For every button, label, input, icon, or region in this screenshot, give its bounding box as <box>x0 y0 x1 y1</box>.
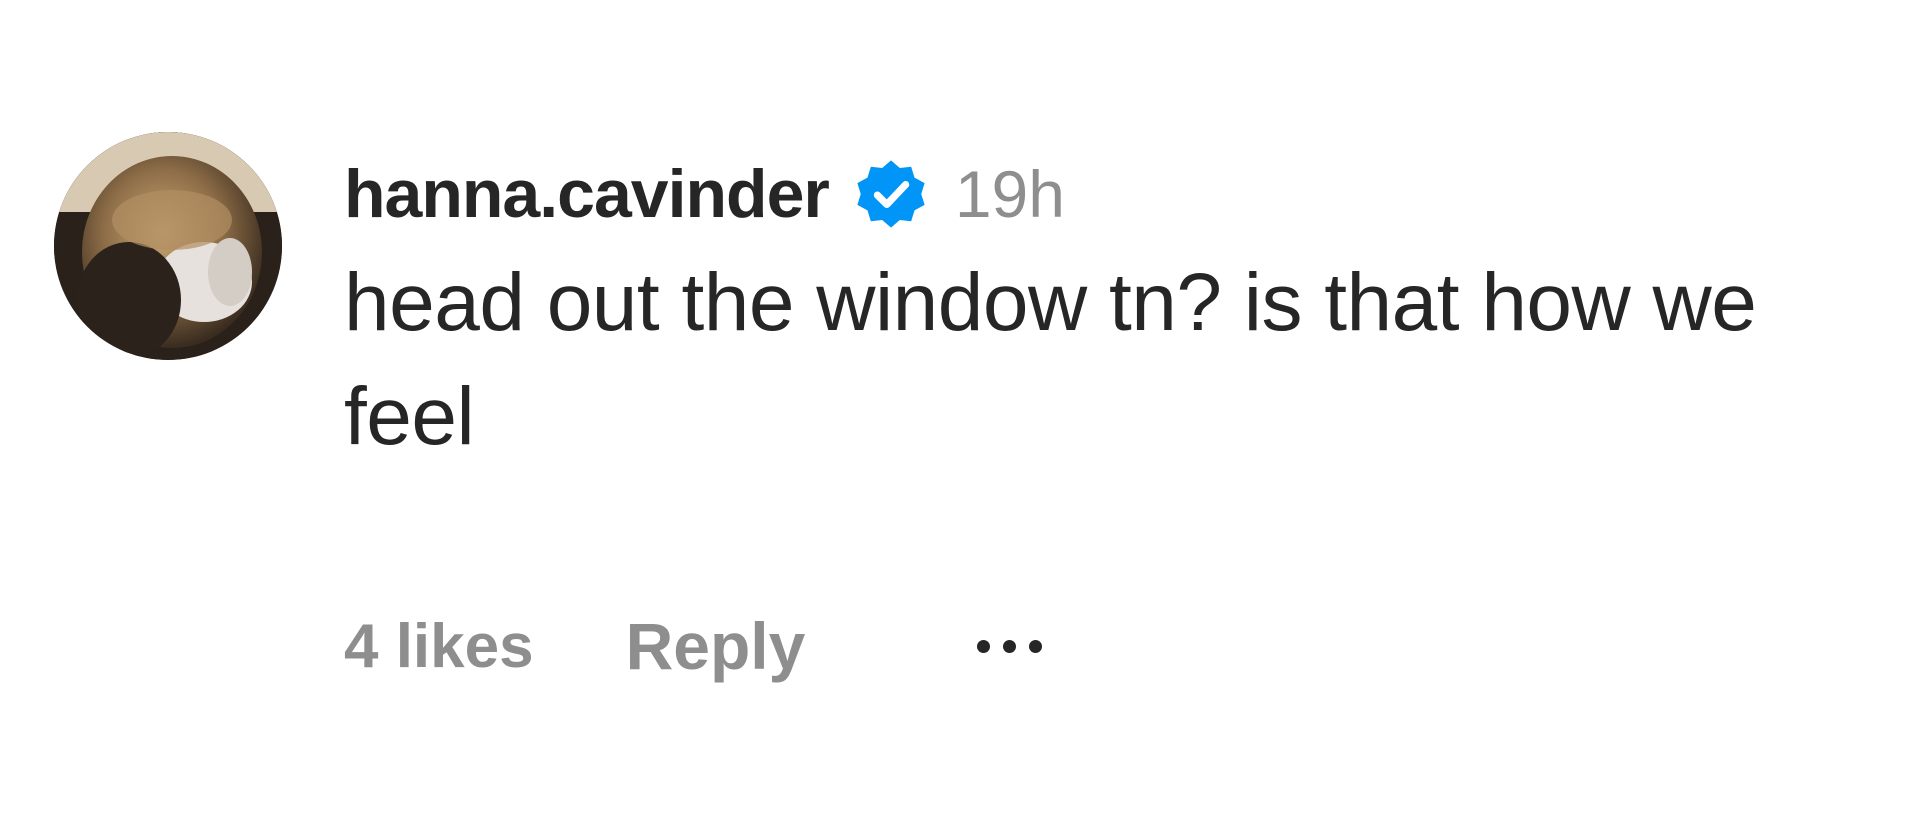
comment-body: hanna.cavinder 19h head out the window t… <box>344 148 1844 474</box>
comment-text: head out the window tn? is that how we f… <box>344 257 1757 462</box>
more-dot <box>977 639 991 653</box>
avatar-photo <box>54 132 282 360</box>
more-dot <box>1003 639 1017 653</box>
username-link[interactable]: hanna.cavinder <box>344 160 830 228</box>
comment-actions: 4 likes Reply <box>344 606 1043 686</box>
likes-count-button[interactable]: 4 likes <box>344 611 534 682</box>
timestamp[interactable]: 19h <box>955 161 1065 227</box>
more-options-icon[interactable] <box>977 616 1043 676</box>
comment-header: hanna.cavinder 19h <box>344 148 1844 240</box>
avatar[interactable] <box>54 132 282 360</box>
reply-button[interactable]: Reply <box>626 608 806 684</box>
comment: hanna.cavinder 19h head out the window t… <box>0 0 1920 838</box>
verified-badge-icon <box>857 160 925 228</box>
more-dot <box>1029 639 1043 653</box>
